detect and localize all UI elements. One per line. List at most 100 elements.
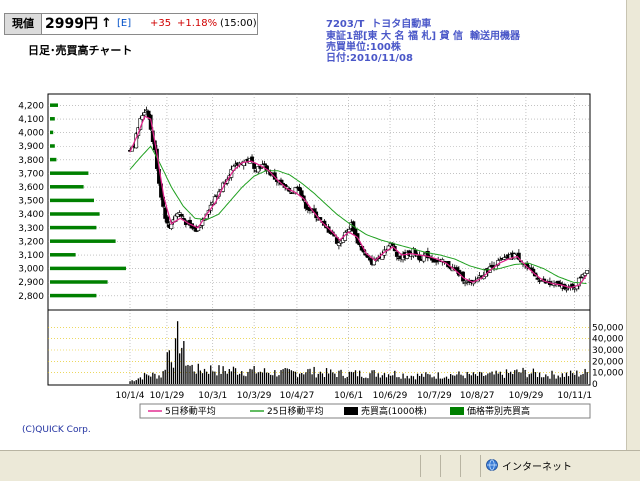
volume-bar xyxy=(474,374,477,384)
volume-bar xyxy=(319,371,321,384)
volume-bar xyxy=(572,373,574,384)
price-axis-ticks: 2,800 2,900 3,000 3,100 3,200 3,300 3,400 3,500… xyxy=(18,101,44,301)
volume-bar xyxy=(458,371,460,384)
price-volume-bar xyxy=(50,280,108,284)
volume-bar xyxy=(338,370,340,384)
volume-bar xyxy=(197,363,199,384)
volume-bar xyxy=(493,374,495,384)
volume-bar xyxy=(265,372,268,384)
volume-bar xyxy=(342,375,344,384)
volume-bar xyxy=(348,371,350,384)
date-tick-label: 10/1/4 xyxy=(116,391,145,401)
date-tick-label: 10/6/29 xyxy=(373,391,408,401)
volume-bar xyxy=(253,366,255,384)
volume-bar xyxy=(454,375,456,384)
volume-bar xyxy=(379,377,381,384)
volume-bar xyxy=(509,371,512,384)
volume-bar xyxy=(137,378,139,384)
date-tick-label: 10/3/29 xyxy=(237,391,272,401)
volume-bar xyxy=(143,373,146,384)
volume-bar xyxy=(518,372,520,384)
volume-bar xyxy=(369,373,371,384)
price-volume-bar xyxy=(50,130,54,135)
volume-bar xyxy=(483,375,485,384)
price-volume-bar xyxy=(50,266,126,271)
volume-bar xyxy=(278,375,280,384)
volume-bar xyxy=(129,381,131,384)
candle-body xyxy=(347,229,352,233)
volume-bar xyxy=(456,374,458,384)
price-volume-bar xyxy=(50,225,97,230)
volume-bar xyxy=(133,381,135,384)
volume-bar xyxy=(315,377,317,384)
volume-bar xyxy=(431,377,433,384)
price-volume-bar xyxy=(50,212,100,216)
price-tick-label: 3,500 xyxy=(18,197,44,207)
volume-bar xyxy=(199,370,202,384)
volume-bar xyxy=(168,350,170,384)
volume-bar xyxy=(516,369,518,384)
volume-bar xyxy=(522,367,524,384)
volume-bar xyxy=(234,368,237,384)
price-tick-label: 3,300 xyxy=(18,224,44,234)
legend-bar-swatch xyxy=(344,407,358,415)
volume-bar xyxy=(220,373,222,384)
price-volume-bar xyxy=(50,171,89,175)
volume-bar xyxy=(404,378,406,384)
volume-bar xyxy=(460,374,462,384)
price-tick-label: 3,000 xyxy=(18,265,44,275)
volume-bar xyxy=(435,378,437,384)
legend-bar-swatch xyxy=(450,407,464,415)
volume-bar xyxy=(534,372,537,384)
candle-body xyxy=(179,213,184,217)
legend-label: 5日移動平均 xyxy=(165,405,216,417)
price-volume-bar xyxy=(50,185,84,189)
volume-bar xyxy=(145,374,148,384)
date-axis-ticks: 10/1/4 10/1/29 10/3/1 10/3/29 10/4/27 10/6/1 1… xyxy=(116,391,593,401)
volume-bar xyxy=(356,376,359,384)
window-edge xyxy=(626,0,640,450)
volume-bar xyxy=(148,375,150,384)
date-tick-label: 10/6/1 xyxy=(334,391,363,401)
volume-bar xyxy=(247,371,249,384)
candle-body xyxy=(144,109,149,112)
volume-bar xyxy=(205,371,208,384)
volume-tick-label: 10,000 xyxy=(592,369,624,379)
volume-bar xyxy=(239,373,241,384)
volume-bar xyxy=(551,370,553,384)
volume-bar xyxy=(131,380,133,384)
volume-bar xyxy=(361,376,363,384)
volume-bar xyxy=(563,376,566,384)
volume-bar xyxy=(305,372,307,384)
volume-bar xyxy=(377,373,379,384)
volume-bar xyxy=(481,372,483,384)
volume-bar xyxy=(472,372,475,384)
status-divider xyxy=(420,455,421,477)
volume-bar xyxy=(530,373,532,384)
price-volume-bar xyxy=(50,144,55,148)
volume-bar xyxy=(309,368,311,384)
price-volume-bar xyxy=(50,239,116,243)
price-tick-label: 3,900 xyxy=(18,142,44,152)
volume-bar xyxy=(303,374,305,384)
volume-bar xyxy=(185,365,187,384)
volume-bar xyxy=(365,377,367,384)
volume-bar xyxy=(373,370,375,384)
price-tick-label: 3,100 xyxy=(18,251,44,261)
volume-bar xyxy=(294,371,297,384)
volume-bar xyxy=(445,376,448,384)
volume-bar xyxy=(228,369,230,384)
internet-zone-icon xyxy=(486,459,498,471)
stock-chart: 2,800 2,900 3,000 3,100 3,200 3,300 3,400 3,500… xyxy=(18,93,624,419)
price-tick-label: 3,700 xyxy=(18,169,44,179)
volume-bar xyxy=(394,370,396,384)
volume-bar xyxy=(344,378,346,384)
volume-bar xyxy=(135,380,137,384)
volume-bar xyxy=(485,375,487,384)
candle-body xyxy=(297,187,302,191)
volume-bar xyxy=(296,377,299,384)
volume-bar xyxy=(582,373,584,384)
volume-bar xyxy=(332,372,334,384)
price-tick-label: 3,600 xyxy=(18,183,44,193)
volume-bar xyxy=(354,370,357,384)
